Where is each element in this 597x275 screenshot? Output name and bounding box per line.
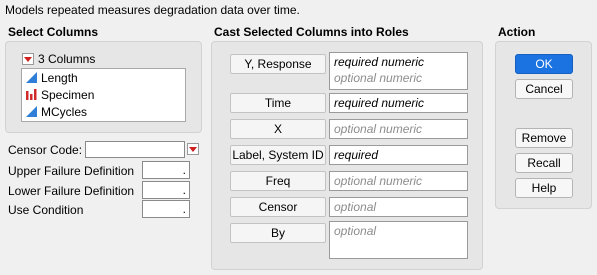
field-text-optional: optional numeric — [334, 174, 423, 188]
censor-code-label: Censor Code: — [8, 143, 83, 157]
lower-failure-label: Lower Failure Definition — [8, 184, 135, 198]
cancel-button[interactable]: Cancel — [515, 79, 573, 99]
upper-failure-label: Upper Failure Definition — [8, 164, 135, 178]
label-system-id-button[interactable]: Label, System ID — [230, 145, 326, 165]
columns-menu-icon[interactable] — [22, 53, 34, 65]
lower-failure-input[interactable]: . — [142, 181, 190, 199]
columns-header: 3 Columns — [22, 52, 95, 66]
action-title: Action — [498, 25, 536, 39]
censor-field[interactable]: optional — [329, 197, 468, 217]
field-text-optional: optional numeric — [334, 122, 423, 136]
field-text-required: required numeric — [334, 96, 425, 110]
y-response-button[interactable]: Y, Response — [230, 54, 326, 74]
use-condition-label: Use Condition — [8, 203, 84, 217]
field-text-optional: optional — [334, 224, 377, 238]
column-label: Length — [41, 70, 78, 85]
field-text-required: required — [334, 148, 379, 162]
label-system-id-field[interactable]: required — [329, 145, 468, 165]
column-item-length[interactable]: Length — [22, 69, 185, 86]
column-label: MCycles — [41, 104, 88, 119]
time-button[interactable]: Time — [230, 93, 326, 113]
field-text-required: required numeric — [334, 55, 425, 69]
field-text-optional: optional numeric — [334, 71, 423, 85]
select-columns-title: Select Columns — [8, 25, 99, 39]
y-response-field[interactable]: required numeric optional numeric — [329, 52, 468, 90]
dialog-description: Models repeated measures degradation dat… — [5, 3, 300, 17]
columns-count: 3 Columns — [38, 52, 96, 66]
select-columns-panel: 3 Columns Length Specimen MCycles — [5, 41, 202, 133]
nominal-icon — [26, 89, 37, 100]
continuous-icon — [26, 106, 37, 117]
use-condition-input[interactable]: . — [142, 200, 190, 218]
column-item-mcycles[interactable]: MCycles — [22, 103, 185, 120]
help-button[interactable]: Help — [515, 178, 573, 198]
recall-button[interactable]: Recall — [515, 153, 573, 173]
column-label: Specimen — [41, 87, 95, 102]
by-button[interactable]: By — [230, 223, 326, 243]
roles-title: Cast Selected Columns into Roles — [214, 25, 409, 39]
column-item-specimen[interactable]: Specimen — [22, 86, 185, 103]
continuous-icon — [26, 72, 37, 83]
ok-button[interactable]: OK — [515, 54, 573, 74]
by-field[interactable]: optional — [329, 221, 468, 259]
column-list[interactable]: Length Specimen MCycles — [21, 68, 186, 122]
censor-button[interactable]: Censor — [230, 197, 326, 217]
x-button[interactable]: X — [230, 119, 326, 139]
time-field[interactable]: required numeric — [329, 93, 468, 113]
field-text-optional: optional — [334, 200, 377, 214]
upper-failure-input[interactable]: . — [142, 161, 190, 179]
censor-code-input[interactable] — [85, 141, 185, 158]
remove-button[interactable]: Remove — [515, 128, 573, 148]
freq-field[interactable]: optional numeric — [329, 171, 468, 191]
x-field[interactable]: optional numeric — [329, 119, 468, 139]
freq-button[interactable]: Freq — [230, 171, 326, 191]
censor-code-dropdown-icon[interactable] — [187, 143, 199, 155]
